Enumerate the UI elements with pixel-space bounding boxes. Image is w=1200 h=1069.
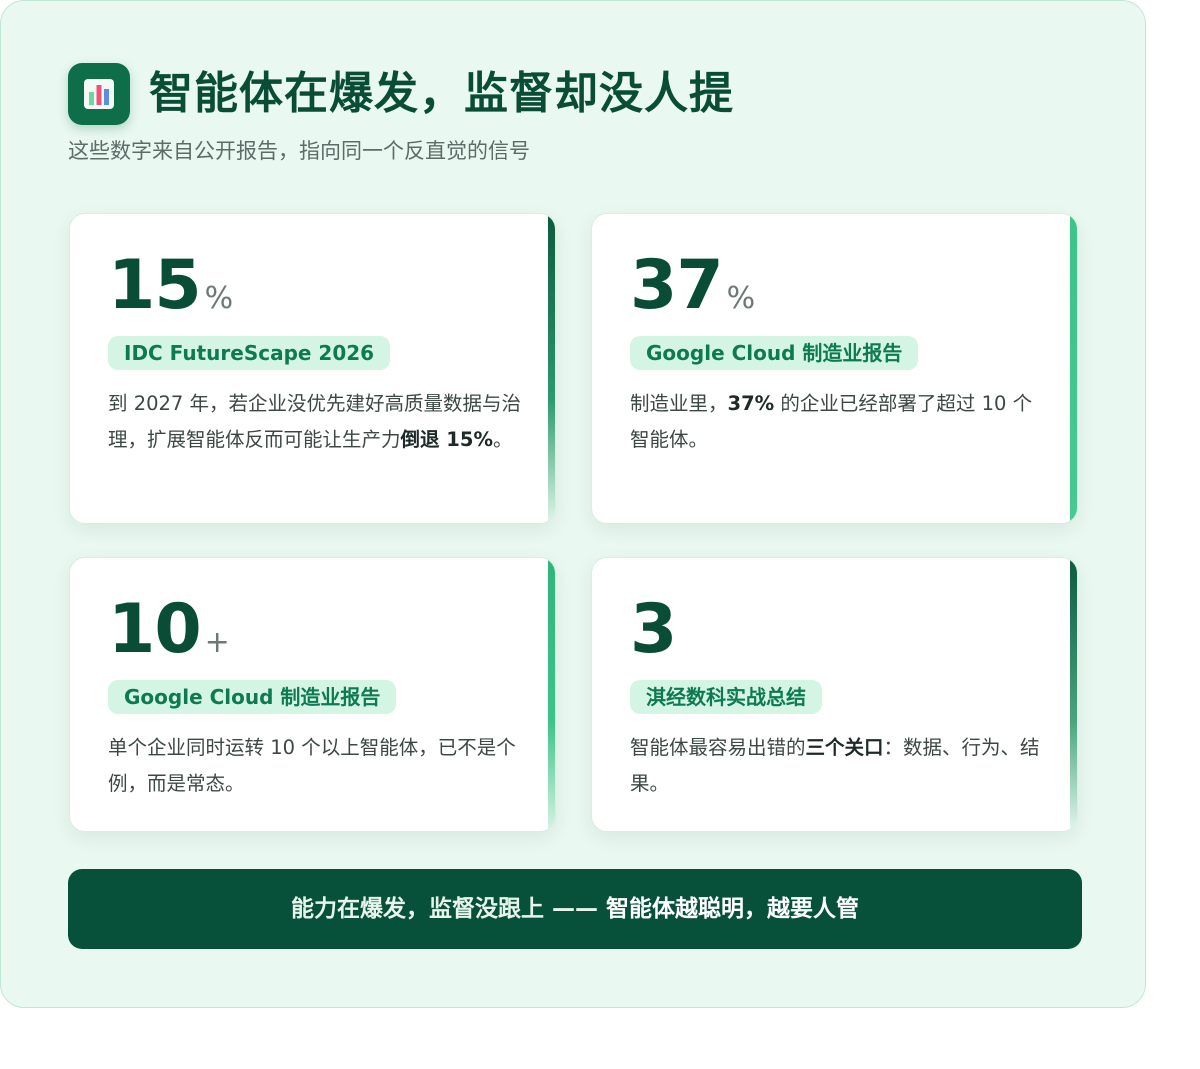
card-description: 到 2027 年，若企业没优先建好高质量数据与治理，扩展智能体反而可能让生产力倒…	[108, 392, 522, 451]
card-accent-bar	[548, 558, 555, 831]
source-badge: Google Cloud 制造业报告	[108, 680, 397, 714]
stat-number: 3	[630, 590, 677, 669]
card-accent-bar	[1070, 214, 1077, 523]
stat-value: 15%	[108, 248, 233, 341]
stat-card-1: 15% IDC FutureScape 2026 到 2027 年，若企业没优先…	[69, 213, 556, 524]
stat-unit: +	[204, 625, 230, 660]
stat-card-4: 3 淇经数科实战总结 智能体最容易出错的三个关口：数据、行为、结果。	[591, 557, 1078, 832]
page-subtitle: 这些数字来自公开报告，指向同一个反直觉的信号	[68, 139, 530, 163]
source-badge: IDC FutureScape 2026	[108, 336, 391, 370]
card-description: 制造业里，37% 的企业已经部署了超过 10 个智能体。	[630, 392, 1033, 451]
stat-value: 3	[630, 592, 680, 685]
stat-number: 10	[108, 590, 202, 669]
stat-unit: %	[204, 281, 234, 316]
card-description: 智能体最容易出错的三个关口：数据、行为、结果。	[630, 736, 1040, 795]
bar-chart-icon	[68, 63, 130, 125]
stat-number: 37	[630, 246, 724, 325]
banner-emphasis: 智能体越聪明，越要人管	[606, 896, 859, 922]
stat-value: 10 +	[108, 592, 230, 685]
source-badge: Google Cloud 制造业报告	[630, 336, 919, 370]
stat-number: 15	[108, 246, 202, 325]
summary-banner: 能力在爆发，监督没跟上 —— 智能体越聪明，越要人管	[68, 869, 1082, 949]
card-accent-bar	[548, 214, 555, 523]
stat-card-3: 10 + Google Cloud 制造业报告 单个企业同时运转 10 个以上智能…	[69, 557, 556, 832]
card-description: 单个企业同时运转 10 个以上智能体，已不是个例，而是常态。	[108, 736, 516, 795]
source-badge: 淇经数科实战总结	[630, 680, 822, 714]
stat-unit: %	[726, 281, 756, 316]
stat-card-2: 37% Google Cloud 制造业报告 制造业里，37% 的企业已经部署了…	[591, 213, 1078, 524]
banner-text: 能力在爆发，监督没跟上 ——	[290, 896, 606, 922]
card-accent-bar	[1070, 558, 1077, 831]
page-title: 智能体在爆发，监督却没人提	[149, 68, 734, 119]
stat-value: 37%	[630, 248, 755, 341]
main-panel: 智能体在爆发，监督却没人提 这些数字来自公开报告，指向同一个反直觉的信号 15%…	[0, 0, 1146, 1008]
